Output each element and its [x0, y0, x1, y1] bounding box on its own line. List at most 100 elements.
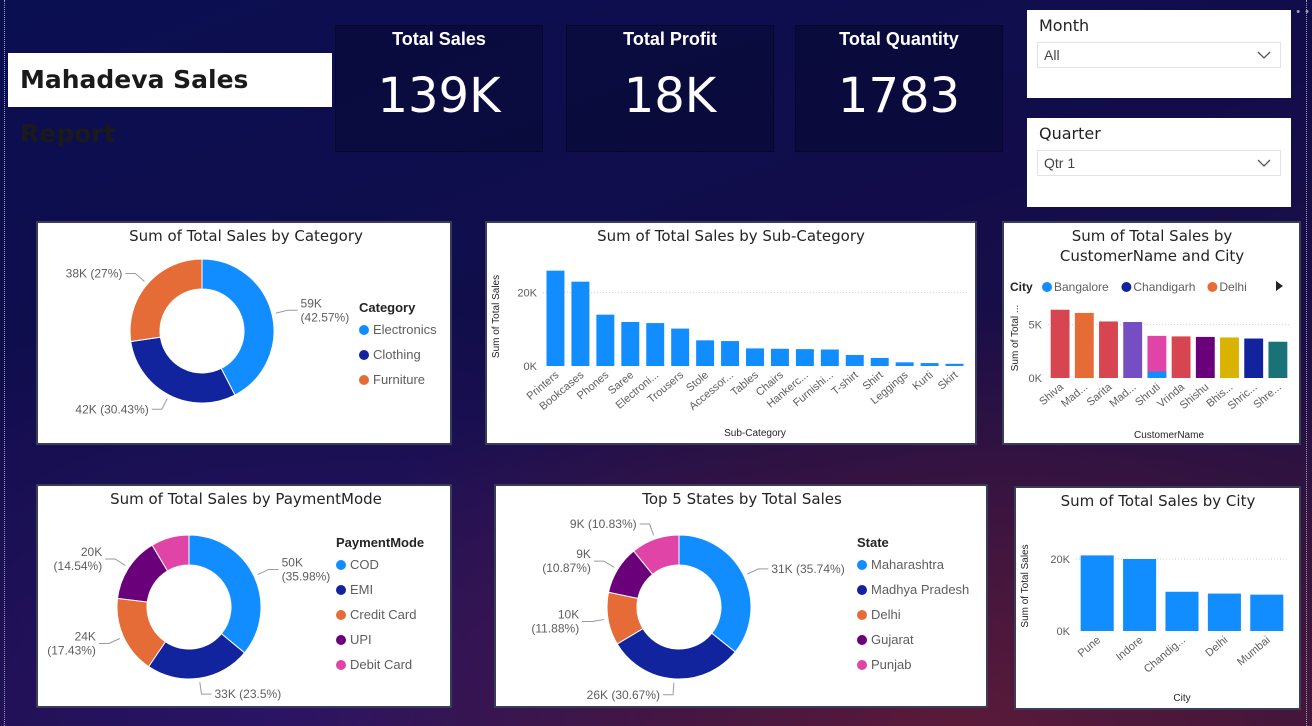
data-label-leader	[747, 568, 769, 575]
data-label: 42K (30.43%)	[75, 402, 148, 416]
bar	[596, 314, 615, 366]
data-label-leader	[663, 682, 675, 696]
bar	[721, 341, 740, 366]
bar	[1123, 559, 1157, 631]
legend-item: Gujarat	[871, 632, 914, 647]
data-label: 33K (23.5%)	[215, 687, 282, 701]
bar	[546, 270, 565, 366]
legend-item: UPI	[350, 632, 372, 647]
bar	[870, 357, 889, 366]
bar	[671, 328, 690, 366]
legend-marker	[857, 660, 867, 670]
y-tick-label: 0K	[1057, 626, 1071, 638]
kpi-value: 139K	[377, 68, 501, 124]
payment-mode-donut-chart[interactable]: Sum of Total Sales by PaymentMode 50K (35.…	[36, 484, 452, 708]
bar	[1268, 341, 1288, 378]
chart-title: Top 5 States by Total Sales	[641, 490, 842, 508]
y-axis-title: Sum of Total Sales	[1020, 544, 1031, 627]
chart-title: Sum of Total Sales by PaymentMode	[110, 490, 382, 508]
quarter-dropdown[interactable]: Qtr 1	[1037, 150, 1281, 176]
top-states-donut-chart[interactable]: Top 5 States by Total Sales 31K (35.74%) 2…	[494, 484, 988, 708]
subcategory-bar-chart[interactable]: Sum of Total Sales by Sub-Category 0K 20K P…	[485, 221, 977, 445]
data-label-leader	[98, 638, 121, 644]
report-title-box: Mahadeva Sales Report	[8, 53, 332, 148]
data-label-leader	[125, 273, 145, 282]
kpi-card-total-sales[interactable]: Total Sales 139K	[335, 25, 543, 152]
kpi-value: 1783	[837, 68, 961, 124]
x-tick-label: Mumbai	[1235, 634, 1273, 668]
bar	[1050, 309, 1070, 378]
legend-item: Debit Card	[350, 657, 412, 672]
bar	[646, 323, 665, 366]
x-tick-label: Shre...	[1251, 381, 1284, 411]
data-label-leader	[151, 398, 168, 410]
y-tick-label: 0K	[1029, 373, 1043, 385]
legend-marker	[359, 375, 369, 385]
legend-item: EMI	[350, 582, 373, 597]
legend-item: Madhya Pradesh	[871, 582, 969, 597]
chevron-down-icon	[1257, 51, 1271, 59]
data-label: (42.57%)	[301, 310, 350, 324]
bar	[621, 322, 640, 366]
bar-segment	[1147, 371, 1167, 378]
x-tick-label: Indore	[1114, 634, 1146, 663]
customer-city-bar-chart[interactable]: Sum of Total Sales by CustomerName and Ci…	[1002, 221, 1301, 445]
legend-marker	[336, 560, 346, 570]
bar	[1165, 591, 1199, 631]
data-label: 50K	[282, 555, 303, 569]
kpi-card-total-quantity[interactable]: Total Quantity 1783	[795, 25, 1003, 152]
donut-slice-maharashtra	[678, 534, 752, 653]
month-slicer-title: Month	[1039, 16, 1090, 35]
chart-title: Sum of Total Sales by Category	[129, 227, 363, 245]
legend-title: PaymentMode	[336, 535, 424, 550]
bar	[696, 340, 715, 366]
bar	[920, 363, 939, 366]
data-label: 59K	[301, 296, 322, 310]
data-label-leader	[275, 309, 298, 314]
donut-slice-cod	[188, 534, 262, 654]
kpi-card-total-profit[interactable]: Total Profit 18K	[566, 25, 774, 152]
x-tick-label: Kurti	[910, 369, 935, 393]
donut-slice-furniture	[129, 258, 203, 343]
month-slicer: Month All	[1027, 10, 1291, 98]
legend-marker	[857, 635, 867, 645]
legend-marker	[1207, 282, 1218, 292]
donut-slice-clothing	[130, 336, 236, 404]
x-axis-title: City	[1173, 693, 1190, 704]
y-tick-label: 20K	[1050, 554, 1070, 566]
data-label-leader	[105, 558, 126, 566]
y-tick-label: 0K	[524, 361, 538, 373]
bar	[845, 355, 864, 366]
bar	[1207, 593, 1241, 631]
category-donut-chart[interactable]: Sum of Total Sales by Category 59K (42.57%…	[36, 221, 452, 445]
data-label: 38K (27%)	[66, 267, 123, 281]
bar	[770, 348, 789, 366]
data-label-leader	[257, 568, 279, 576]
quarter-slicer-title: Quarter	[1039, 124, 1101, 143]
city-bar-chart[interactable]: Sum of Total Sales by City 0K 20K Pune Indor…	[1014, 486, 1301, 710]
legend-scroll-right-icon	[1276, 281, 1283, 291]
legend-item: Delhi	[1219, 280, 1246, 294]
x-tick-label: Mad...	[1107, 381, 1138, 410]
legend-title: State	[857, 535, 889, 550]
data-label-leader	[582, 619, 605, 623]
bar	[945, 363, 964, 366]
chart-title: Sum of Total Sales by City	[1061, 492, 1256, 510]
x-tick-label: T-shirt	[830, 369, 861, 398]
legend-marker	[359, 325, 369, 335]
bar	[1080, 555, 1114, 631]
bar	[1195, 336, 1215, 378]
x-tick-label: Mad...	[1059, 381, 1090, 410]
data-label-leader	[199, 682, 212, 695]
bar	[571, 281, 590, 366]
legend-marker	[336, 635, 346, 645]
month-dropdown[interactable]: All	[1037, 42, 1281, 68]
legend-item: Delhi	[871, 607, 901, 622]
data-label: (11.88%)	[531, 622, 579, 636]
kpi-label: Total Profit	[623, 29, 717, 49]
report-canvas: • • • Mahadeva Sales Report Total Sales …	[0, 0, 1312, 726]
chart-title: Sum of Total Sales by	[1072, 227, 1233, 245]
chevron-down-icon	[1257, 159, 1271, 167]
x-tick-label: Tables	[729, 369, 761, 399]
data-label: (14.54%)	[54, 559, 103, 573]
